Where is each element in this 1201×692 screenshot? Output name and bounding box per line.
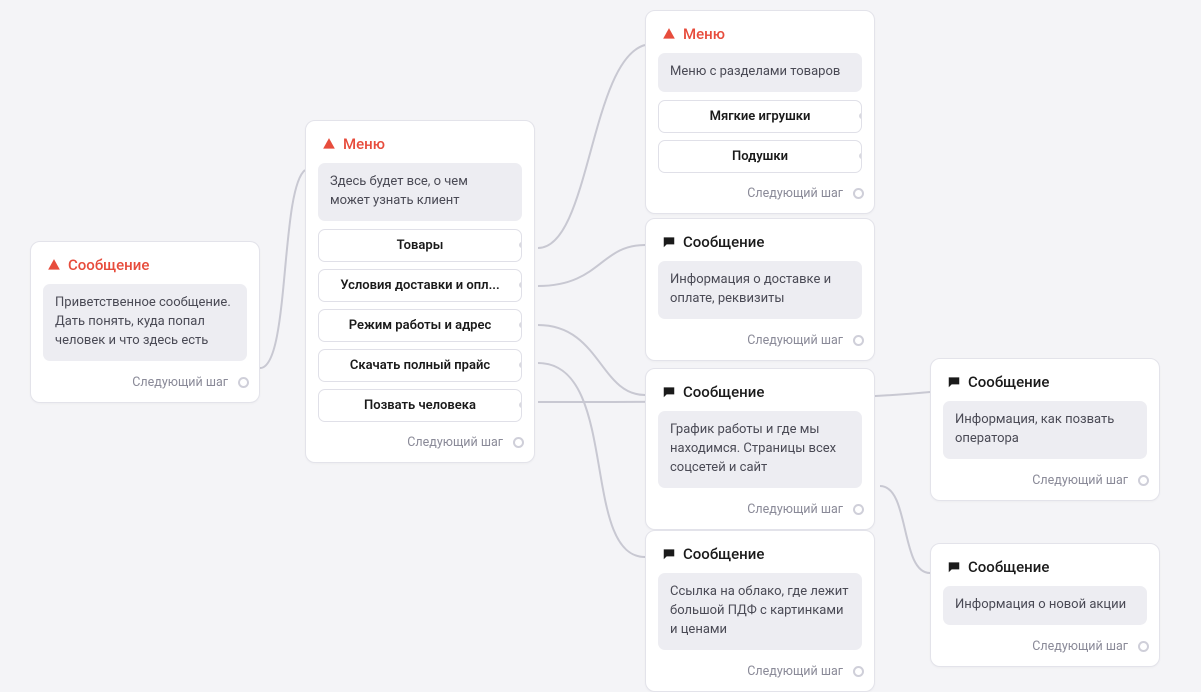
node-header: Сообщение (943, 373, 1147, 391)
message-icon (947, 560, 961, 574)
port-out[interactable] (1138, 641, 1149, 652)
port-out[interactable] (517, 280, 522, 290)
port-out[interactable] (853, 666, 864, 677)
node-body: Информация о доставке и оплате, реквизит… (658, 261, 862, 319)
next-step[interactable]: Следующий шаг (658, 658, 862, 681)
port-out[interactable] (517, 320, 522, 330)
message-icon (947, 375, 961, 389)
port-out[interactable] (853, 504, 864, 515)
node-goods-menu[interactable]: Меню Меню с разделами товаров Мягкие игр… (645, 10, 875, 214)
node-operator-info[interactable]: Сообщение Информация, как позвать операт… (930, 358, 1160, 501)
node-body: Приветственное сообщение. Дать понять, к… (43, 284, 247, 361)
warning-icon (47, 258, 61, 272)
next-step[interactable]: Следующий шаг (318, 429, 522, 452)
port-out[interactable] (513, 437, 524, 448)
node-delivery-info[interactable]: Сообщение Информация о доставке и оплате… (645, 218, 875, 361)
port-out[interactable] (857, 151, 862, 161)
node-promo-info[interactable]: Сообщение Информация о новой акции Следу… (930, 543, 1160, 667)
menu-option-human[interactable]: Позвать человека (318, 389, 522, 422)
node-cloud-link[interactable]: Сообщение Ссылка на облако, где лежит бо… (645, 530, 875, 692)
node-header: Меню (658, 25, 862, 43)
message-icon (662, 385, 676, 399)
next-step[interactable]: Следующий шаг (658, 180, 862, 203)
menu-option-pillows[interactable]: Подушки (658, 140, 862, 173)
message-icon (662, 235, 676, 249)
node-title: Сообщение (683, 545, 764, 563)
node-body: Ссылка на облако, где лежит большой ПДФ … (658, 573, 862, 650)
node-body: Меню с разделами товаров (658, 53, 862, 92)
menu-option-goods[interactable]: Товары (318, 229, 522, 262)
node-title: Сообщение (683, 233, 764, 251)
port-out[interactable] (857, 111, 862, 121)
node-header: Сообщение (43, 256, 247, 274)
port-out[interactable] (1138, 475, 1149, 486)
port-out[interactable] (517, 360, 522, 370)
menu-option-delivery[interactable]: Условия доставки и опл... (318, 269, 522, 302)
node-body: Информация о новой акции (943, 586, 1147, 625)
node-header: Сообщение (658, 233, 862, 251)
node-title: Меню (343, 135, 385, 153)
next-step[interactable]: Следующий шаг (658, 496, 862, 519)
next-step[interactable]: Следующий шаг (943, 467, 1147, 490)
node-welcome-message[interactable]: Сообщение Приветственное сообщение. Дать… (30, 241, 260, 403)
node-main-menu[interactable]: Меню Здесь будет все, о чем может узнать… (305, 120, 535, 463)
node-title: Меню (683, 25, 725, 43)
message-icon (662, 547, 676, 561)
port-out[interactable] (853, 335, 864, 346)
next-step[interactable]: Следующий шаг (43, 369, 247, 392)
node-header: Сообщение (943, 558, 1147, 576)
node-title: Сообщение (68, 256, 149, 274)
port-out[interactable] (517, 400, 522, 410)
node-body: График работы и где мы находимся. Страни… (658, 411, 862, 488)
port-out[interactable] (517, 240, 522, 250)
warning-icon (322, 137, 336, 151)
next-step[interactable]: Следующий шаг (943, 633, 1147, 656)
menu-option-price[interactable]: Скачать полный прайс (318, 349, 522, 382)
node-header: Сообщение (658, 383, 862, 401)
node-header: Сообщение (658, 545, 862, 563)
menu-option-soft-toys[interactable]: Мягкие игрушки (658, 100, 862, 133)
port-out[interactable] (853, 188, 864, 199)
node-body: Информация, как позвать оператора (943, 401, 1147, 459)
port-out[interactable] (238, 377, 249, 388)
node-title: Сообщение (968, 558, 1049, 576)
node-schedule-info[interactable]: Сообщение График работы и где мы находим… (645, 368, 875, 530)
node-header: Меню (318, 135, 522, 153)
node-title: Сообщение (683, 383, 764, 401)
node-body: Здесь будет все, о чем может узнать клие… (318, 163, 522, 221)
next-step[interactable]: Следующий шаг (658, 327, 862, 350)
menu-option-hours[interactable]: Режим работы и адрес (318, 309, 522, 342)
node-title: Сообщение (968, 373, 1049, 391)
warning-icon (662, 27, 676, 41)
